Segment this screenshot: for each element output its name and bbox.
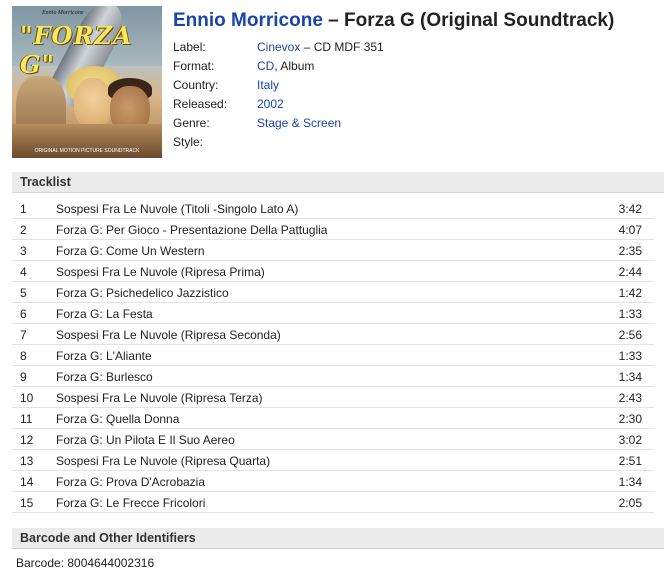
track-position: 13 bbox=[20, 454, 34, 468]
track-title: Forza G: Burlesco bbox=[56, 370, 153, 384]
track-row: 12 Forza G: Un Pilota E Il Suo Aereo 3:02 bbox=[12, 429, 654, 450]
track-duration: 2:05 bbox=[618, 496, 642, 510]
track-title: Sospesi Fra Le Nuvole (Titoli -Singolo L… bbox=[56, 202, 299, 216]
track-row: 6 Forza G: La Festa 1:33 bbox=[12, 303, 654, 324]
country-link[interactable]: Italy bbox=[257, 78, 279, 92]
track-row: 11 Forza G: Quella Donna 2:30 bbox=[12, 408, 654, 429]
cover-figure bbox=[74, 78, 112, 128]
format-rest: , Album bbox=[274, 59, 315, 73]
track-title: Forza G: L'Aliante bbox=[56, 349, 152, 363]
track-duration: 1:34 bbox=[618, 475, 642, 489]
meta-label: Label: bbox=[173, 40, 206, 54]
track-row: 4 Sospesi Fra Le Nuvole (Ripresa Prima) 2:… bbox=[12, 261, 654, 282]
track-title: Forza G: Psichedelico Jazzistico bbox=[56, 286, 229, 300]
track-title: Sospesi Fra Le Nuvole (Ripresa Quarta) bbox=[56, 454, 271, 468]
tracklist-table: 1 Sospesi Fra Le Nuvole (Titoli -Singolo … bbox=[12, 198, 654, 513]
meta-label: Released: bbox=[173, 97, 228, 111]
label-link[interactable]: Cinevox bbox=[257, 40, 300, 54]
meta-label: Country: bbox=[173, 78, 219, 92]
track-duration: 3:42 bbox=[618, 202, 642, 216]
track-row: 1 Sospesi Fra Le Nuvole (Titoli -Singolo … bbox=[12, 198, 654, 219]
track-title: Forza G: Prova D'Acrobazia bbox=[56, 475, 206, 489]
track-position: 5 bbox=[20, 286, 27, 300]
release-name: Forza G (Original Soundtrack) bbox=[344, 10, 615, 31]
track-duration: 2:35 bbox=[618, 244, 642, 258]
track-title: Sospesi Fra Le Nuvole (Ripresa Seconda) bbox=[56, 328, 281, 342]
track-position: 14 bbox=[20, 475, 34, 489]
barcode-text: Barcode: 8004644002316 bbox=[16, 556, 155, 570]
track-position: 7 bbox=[20, 328, 27, 342]
track-row: 15 Forza G: Le Frecce Fricolori 2:05 bbox=[12, 492, 654, 513]
track-row: 3 Forza G: Come Un Western 2:35 bbox=[12, 240, 654, 261]
track-row: 2 Forza G: Per Gioco - Presentazione Dell… bbox=[12, 219, 654, 240]
release-title: Ennio Morricone – Forza G (Original Soun… bbox=[173, 10, 614, 32]
track-position: 1 bbox=[20, 202, 27, 216]
meta-label: Format: bbox=[173, 59, 215, 73]
track-position: 10 bbox=[20, 391, 34, 405]
track-position: 9 bbox=[20, 370, 27, 384]
cover-artist-text: Ennio Morricone bbox=[42, 10, 84, 16]
track-duration: 3:02 bbox=[618, 433, 642, 447]
meta-value: CD, Album bbox=[257, 59, 314, 73]
track-row: 10 Sospesi Fra Le Nuvole (Ripresa Terza) 2… bbox=[12, 387, 654, 408]
track-title: Forza G: Come Un Western bbox=[56, 244, 205, 258]
track-position: 15 bbox=[20, 496, 34, 510]
genre-link[interactable]: Stage & Screen bbox=[257, 116, 341, 130]
album-cover-image[interactable]: Ennio Morricone "FORZA G" ORIGINAL MOTIO… bbox=[12, 6, 162, 158]
track-position: 12 bbox=[20, 433, 34, 447]
release-page: Ennio Morricone "FORZA G" ORIGINAL MOTIO… bbox=[0, 0, 668, 582]
track-title: Forza G: Per Gioco - Presentazione Della… bbox=[56, 223, 328, 237]
meta-value: Cinevox – CD MDF 351 bbox=[257, 40, 384, 54]
meta-value: Italy bbox=[257, 78, 279, 92]
released-link[interactable]: 2002 bbox=[257, 97, 284, 111]
track-duration: 2:51 bbox=[618, 454, 642, 468]
track-position: 6 bbox=[20, 307, 27, 321]
identifiers-heading: Barcode and Other Identifiers bbox=[12, 528, 664, 549]
meta-value: 2002 bbox=[257, 97, 284, 111]
track-duration: 2:44 bbox=[618, 265, 642, 279]
track-duration: 2:30 bbox=[618, 412, 642, 426]
track-position: 4 bbox=[20, 265, 27, 279]
track-title: Forza G: Le Frecce Fricolori bbox=[56, 496, 206, 510]
track-title: Forza G: La Festa bbox=[56, 307, 153, 321]
track-title: Sospesi Fra Le Nuvole (Ripresa Prima) bbox=[56, 265, 265, 279]
tracklist-heading: Tracklist bbox=[12, 172, 664, 193]
track-position: 8 bbox=[20, 349, 27, 363]
track-row: 14 Forza G: Prova D'Acrobazia 1:34 bbox=[12, 471, 654, 492]
track-row: 8 Forza G: L'Aliante 1:33 bbox=[12, 345, 654, 366]
track-duration: 1:33 bbox=[618, 307, 642, 321]
cover-caption-text: ORIGINAL MOTION PICTURE SOUNDTRACK bbox=[34, 148, 140, 154]
track-position: 11 bbox=[20, 412, 33, 426]
track-title: Forza G: Un Pilota E Il Suo Aereo bbox=[56, 433, 235, 447]
track-duration: 2:43 bbox=[618, 391, 642, 405]
track-title: Sospesi Fra Le Nuvole (Ripresa Terza) bbox=[56, 391, 263, 405]
track-duration: 1:33 bbox=[618, 349, 642, 363]
track-title: Forza G: Quella Donna bbox=[56, 412, 180, 426]
track-duration: 2:56 bbox=[618, 328, 642, 342]
track-row: 13 Sospesi Fra Le Nuvole (Ripresa Quarta)… bbox=[12, 450, 654, 471]
track-row: 7 Sospesi Fra Le Nuvole (Ripresa Seconda)… bbox=[12, 324, 654, 345]
format-link[interactable]: CD bbox=[257, 59, 274, 73]
track-duration: 4:07 bbox=[618, 223, 642, 237]
track-position: 2 bbox=[20, 223, 27, 237]
track-row: 5 Forza G: Psichedelico Jazzistico 1:42 bbox=[12, 282, 654, 303]
catalog-number: – CD MDF 351 bbox=[300, 40, 384, 54]
track-duration: 1:42 bbox=[618, 286, 642, 300]
meta-label: Genre: bbox=[173, 116, 210, 130]
track-position: 3 bbox=[20, 244, 27, 258]
artist-link[interactable]: Ennio Morricone bbox=[173, 10, 323, 31]
track-row: 9 Forza G: Burlesco 1:34 bbox=[12, 366, 654, 387]
meta-value: Stage & Screen bbox=[257, 116, 341, 130]
meta-label: Style: bbox=[173, 135, 204, 149]
title-separator: – bbox=[322, 10, 345, 31]
track-duration: 1:34 bbox=[618, 370, 642, 384]
